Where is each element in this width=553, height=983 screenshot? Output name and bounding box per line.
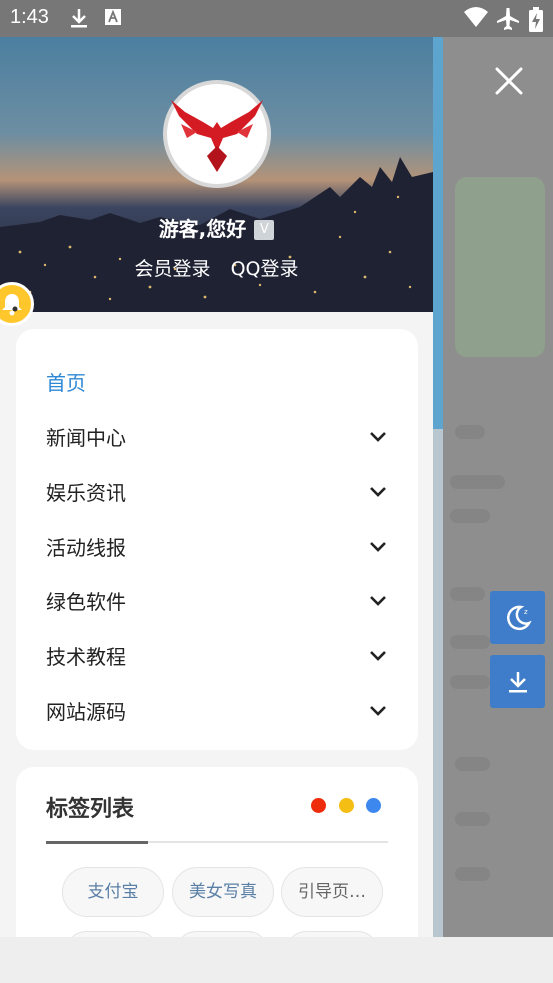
svg-text:z: z [524, 608, 528, 616]
chevron-down-icon[interactable] [368, 590, 388, 610]
tab-indicator [46, 841, 148, 844]
wifi-icon [464, 7, 488, 27]
download-icon [71, 9, 87, 28]
menu-item-label: 娱乐资讯 [46, 481, 126, 505]
background-text [455, 425, 485, 439]
menu-item-software[interactable]: 绿色软件 [46, 586, 388, 616]
background-text [455, 812, 490, 826]
tag-list-title: 标签列表 [46, 797, 135, 822]
scrollbar-thumb[interactable] [433, 37, 443, 429]
status-time: 1:43 [10, 6, 49, 28]
vip-badge: V [254, 220, 275, 240]
background-text [455, 757, 490, 771]
airplane-mode-icon [497, 8, 519, 30]
background-text [450, 635, 490, 649]
menu-item-label: 绿色软件 [46, 590, 126, 614]
drawer-scrollbar[interactable] [433, 37, 443, 937]
yellow-dot [339, 798, 354, 813]
user-avatar[interactable] [163, 80, 271, 188]
battery-charging-icon [529, 7, 543, 32]
member-login-link[interactable]: 会员登录 [135, 258, 211, 280]
menu-item-label: 技术教程 [46, 645, 126, 669]
tag-list-card: 标签列表 支付宝 美女写真 引导页… [16, 767, 418, 937]
tag-pill[interactable]: 美女写真 [172, 867, 274, 917]
tag-pill[interactable]: 支付宝 [62, 867, 164, 917]
menu-item-label: 活动线报 [46, 536, 126, 560]
background-text [455, 867, 490, 881]
chevron-down-icon[interactable] [368, 700, 388, 720]
background-text [450, 509, 490, 523]
login-links: 会员登录 QQ登录 [0, 254, 433, 281]
red-dot [311, 798, 326, 813]
menu-item-news[interactable]: 新闻中心 [46, 422, 388, 452]
download-app-button[interactable] [490, 655, 545, 708]
background-text [450, 675, 490, 689]
navigation-bar [0, 937, 553, 983]
tag-list-divider [46, 841, 388, 844]
side-drawer: 游客,您好 V 会员登录 QQ登录 首页 新闻中心 娱乐资讯 活动线报 绿色软件… [0, 37, 433, 937]
scrollbar-track [433, 429, 443, 937]
chevron-down-icon[interactable] [368, 481, 388, 501]
bell-icon [2, 294, 22, 316]
moon-icon: z [506, 605, 532, 630]
profile-header: 游客,您好 V 会员登录 QQ登录 [0, 37, 433, 312]
text-icon [105, 9, 121, 25]
menu-item-tutorials[interactable]: 技术教程 [46, 641, 388, 671]
status-bar: 1:43 [0, 0, 553, 37]
background-text [450, 587, 485, 601]
night-mode-button[interactable]: z [490, 591, 545, 644]
background-text [450, 475, 505, 489]
blue-dot [366, 798, 381, 813]
menu-item-label: 新闻中心 [46, 426, 126, 450]
close-drawer-button[interactable] [490, 62, 528, 100]
menu-item-label: 网站源码 [46, 700, 126, 724]
menu-item-home[interactable]: 首页 [46, 367, 388, 397]
menu-item-source-code[interactable]: 网站源码 [46, 696, 388, 726]
close-icon [495, 67, 523, 95]
chevron-down-icon[interactable] [368, 645, 388, 665]
download-icon [508, 671, 527, 692]
phoenix-logo-icon [171, 100, 263, 172]
tag-pill[interactable]: 引导页… [281, 867, 383, 917]
menu-item-activities[interactable]: 活动线报 [46, 532, 388, 562]
chevron-down-icon[interactable] [368, 536, 388, 556]
greeting: 游客,您好 V [0, 213, 433, 242]
qq-login-link[interactable]: QQ登录 [231, 258, 299, 280]
nav-menu: 首页 新闻中心 娱乐资讯 活动线报 绿色软件 技术教程 网站源码 [16, 329, 418, 750]
menu-item-label: 首页 [46, 371, 86, 395]
greeting-text: 游客,您好 [158, 217, 247, 241]
chevron-down-icon[interactable] [368, 426, 388, 446]
background-image [455, 177, 545, 357]
menu-item-entertainment[interactable]: 娱乐资讯 [46, 477, 388, 507]
